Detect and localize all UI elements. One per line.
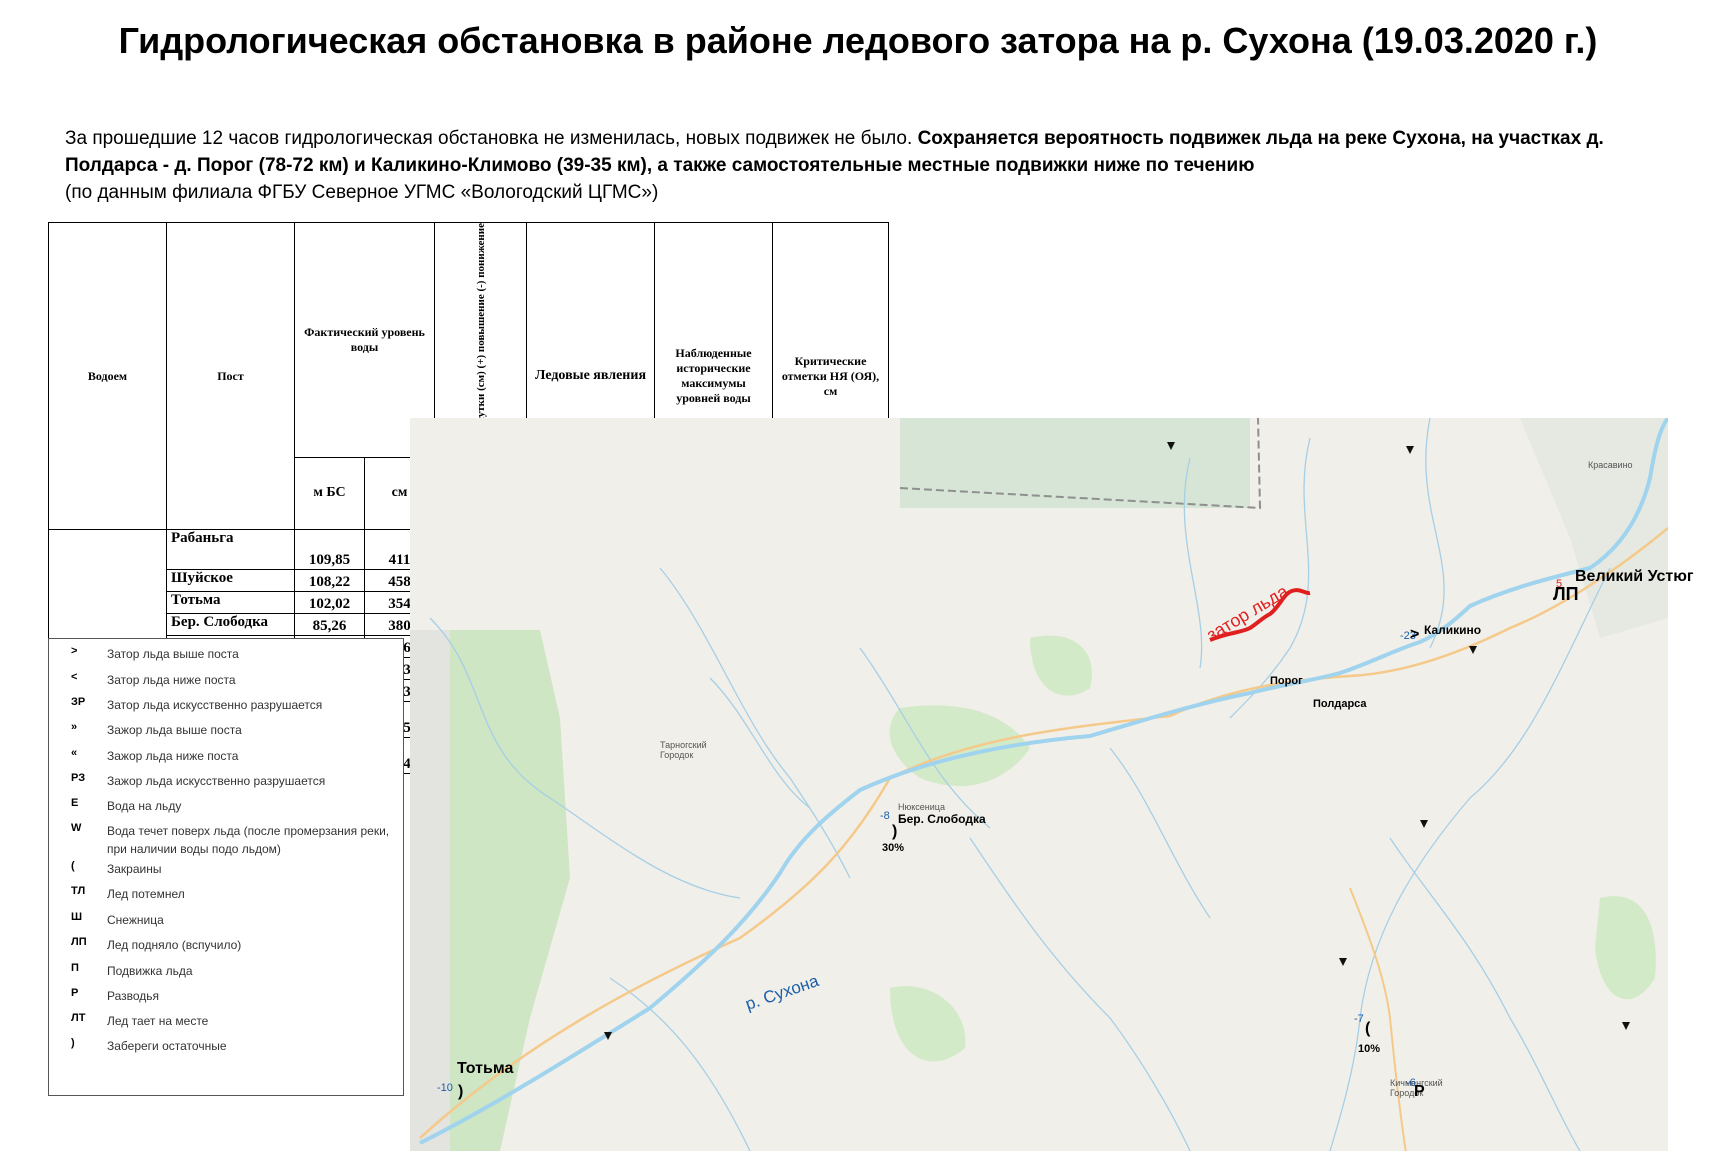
kichm-symbol: ( — [1365, 1020, 1371, 1037]
legend-symbol: > — [71, 645, 78, 657]
place-poldarsa: Полдарса — [1313, 698, 1367, 710]
level-mbs-cell: 85,26 — [294, 613, 365, 637]
map-shade — [410, 630, 450, 1151]
legend-symbol: ) — [71, 1037, 75, 1049]
place-porog: Порог — [1270, 675, 1303, 687]
place-krasavino: Красавино — [1588, 460, 1633, 470]
post-cell: Шуйское — [166, 569, 295, 593]
legend-label: Закраины — [107, 862, 162, 876]
legend-symbol: Ш — [71, 911, 83, 923]
header-post: Пост — [166, 221, 295, 531]
legend-label: Затор льда выше поста — [107, 647, 239, 661]
legend-label: Затор льда искусственно разрушается — [107, 698, 323, 712]
page-title: Гидрологическая обстановка в районе ледо… — [118, 20, 1598, 61]
place-ber-slobodka: Бер. Слободка — [898, 812, 986, 826]
legend-label: Зажор льда искусственно разрушается — [107, 774, 326, 788]
kichm-percent: 10% — [1358, 1043, 1381, 1055]
legend-label: Вода течет поверх льда (после промерзани… — [107, 824, 390, 856]
legend-label: Затор льда ниже поста — [107, 673, 236, 687]
legend-symbol: Е — [71, 797, 79, 809]
legend-symbol: Р — [71, 987, 79, 999]
legend-label: Зажор льда ниже поста — [107, 749, 239, 763]
intro-normal-text: За прошедшие 12 часов гидрологическая об… — [65, 128, 913, 149]
legend-symbol: » — [71, 721, 78, 733]
legend-label: Разводья — [107, 989, 160, 1003]
legend-symbol: РЗ — [71, 772, 86, 784]
legend-symbol: ( — [71, 860, 75, 872]
slobodka-percent: 30% — [882, 842, 905, 854]
post-cell: Тотьма — [166, 591, 295, 615]
totma-change: -10 — [437, 1082, 453, 1094]
header-water-body: Водоем — [48, 221, 167, 531]
intro-paragraph: За прошедшие 12 часов гидрологическая об… — [65, 125, 1665, 206]
legend-symbol: П — [71, 962, 79, 974]
level-mbs-cell: 108,22 — [294, 569, 365, 593]
level-mbs-cell: 102,02 — [294, 591, 365, 615]
post-cell: Бер. Слободка — [166, 613, 295, 637]
legend-label: Вода на льду — [107, 799, 182, 813]
place-tarnogsky: Тарногский Городок — [660, 740, 707, 760]
legend-label: Снежница — [107, 913, 164, 927]
legend-symbol: « — [71, 747, 78, 759]
legend-symbol: W — [71, 822, 82, 834]
legend-label: Лед тает на месте — [107, 1014, 209, 1028]
post-cell: Рабаньга — [166, 529, 295, 571]
place-velikiy-ustyug: Великий Устюг — [1575, 568, 1694, 585]
legend-symbol: ЛП — [71, 936, 87, 948]
slobodka-change: -8 — [880, 810, 890, 822]
place-totma: Тотьма — [457, 1060, 514, 1077]
legend-label: Лед подняло (вспучило) — [107, 938, 242, 952]
slobodka-symbol: ) — [892, 823, 898, 840]
legend-label: Зажор льда выше поста — [107, 723, 242, 737]
legend-label: Лед потемнел — [107, 887, 185, 901]
legend-label: Забереги остаточные — [107, 1039, 227, 1053]
totma-symbol: ) — [458, 1083, 464, 1100]
map-canvas — [410, 418, 1668, 1151]
place-kichm: Кичменгский Городок — [1390, 1078, 1443, 1098]
legend-symbol: < — [71, 671, 78, 683]
map: р. Сухона затор льда Красавино Великий У… — [410, 418, 1694, 1151]
legend-symbol: ЛТ — [71, 1012, 86, 1024]
place-nyuksenitsa: Нюксеница — [898, 802, 945, 812]
forest-area — [900, 418, 1250, 508]
kalikino-arrow-icon: > — [1410, 626, 1420, 643]
legend-box: > Затор льда выше поста < Затор льда ниже п… — [48, 638, 404, 1096]
place-kalikino: Каликино — [1424, 623, 1482, 637]
kichm2-symbol: Р — [1414, 1083, 1425, 1100]
ustyug-symbol: ЛП — [1553, 584, 1579, 604]
legend-symbol: ЗР — [71, 696, 86, 708]
level-mbs-cell: 109,85 — [294, 529, 365, 571]
legend-label: Подвижка льда — [107, 964, 193, 978]
legend-symbol: ТЛ — [71, 885, 86, 897]
intro-source-text: (по данным филиала ФГБУ Северное УГМС «В… — [65, 182, 659, 203]
kichm-change: -7 — [1354, 1013, 1364, 1025]
header-m-bs: м БС — [294, 456, 365, 531]
